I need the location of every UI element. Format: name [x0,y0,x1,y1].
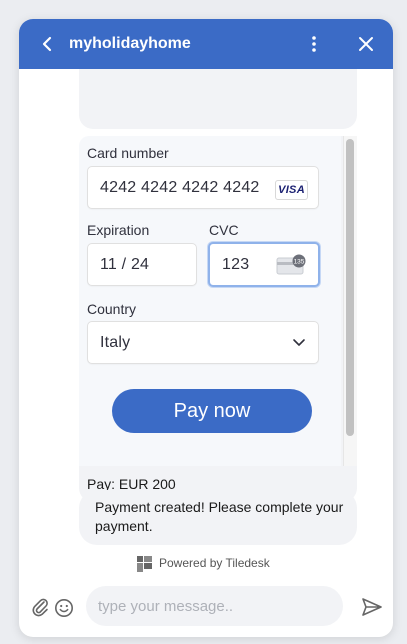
chat-title: myholidayhome [69,35,191,52]
expiration-value: 11 / 24 [100,256,150,273]
visa-card-icon: VISA [275,180,308,200]
paperclip-icon[interactable] [30,596,50,618]
country-label: Country [87,301,137,317]
expiration-field[interactable]: 11 / 24 [87,243,197,286]
card-number-field[interactable]: 4242 4242 4242 4242 VISA [87,166,319,209]
country-value: Italy [100,334,131,351]
payment-form: Card number 4242 4242 4242 4242 VISA Exp… [79,136,341,466]
card-number-value: 4242 4242 4242 4242 [100,179,260,196]
chevron-left-icon[interactable] [37,33,57,55]
country-select[interactable]: Italy [87,321,319,364]
close-icon[interactable] [356,34,376,54]
bot-message-bubble: Payment created! Please complete your pa… [79,490,357,545]
cvc-card-icon: 135 [276,254,306,275]
cvc-value: 123 [222,256,250,273]
smiley-icon[interactable] [54,598,74,618]
previous-message-bubble [79,69,357,129]
cvc-field[interactable]: 123 135 [208,242,320,287]
more-vertical-icon[interactable] [306,33,322,55]
chat-header: myholidayhome [19,19,393,69]
chat-widget: myholidayhome Card number 4242 4242 4242… [19,19,393,637]
cvc-icon-text: 135 [294,259,305,266]
powered-by-text: Powered by Tiledesk [159,556,270,570]
card-number-label: Card number [87,145,169,161]
tiledesk-logo-icon [137,556,152,572]
payment-bubble: Card number 4242 4242 4242 4242 VISA Exp… [79,136,357,502]
chevron-down-icon [293,339,305,346]
expiration-label: Expiration [87,222,150,238]
pay-now-button[interactable]: Pay now [112,389,312,433]
bot-message-text: Payment created! Please complete your pa… [95,499,344,534]
send-icon[interactable] [361,597,383,617]
message-input[interactable] [86,586,343,626]
cvc-label: CVC [209,222,239,238]
scrollbar-thumb[interactable] [346,139,354,436]
